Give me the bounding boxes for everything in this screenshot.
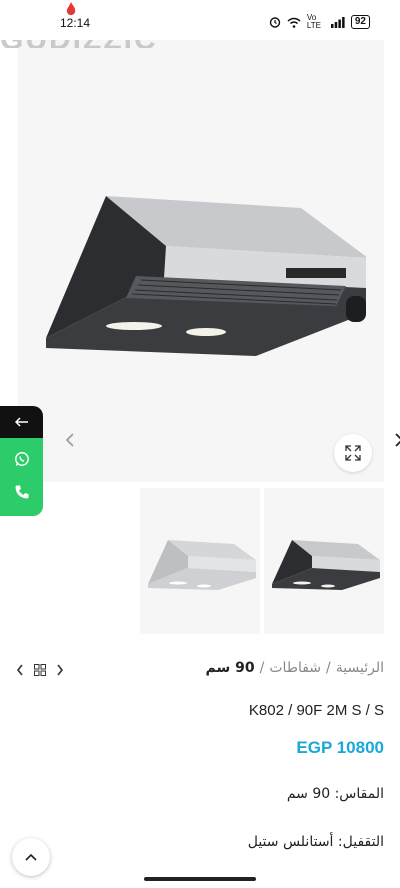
grid-icon <box>34 664 46 676</box>
chevron-up-icon <box>25 853 37 861</box>
whatsapp-button[interactable] <box>14 451 30 471</box>
next-product-button[interactable] <box>56 662 64 680</box>
breadcrumb-current: 90 سم <box>205 660 255 676</box>
status-time: 12:14 <box>60 16 91 30</box>
status-bar: 12:14 Vo LTE 92 <box>0 0 400 40</box>
expand-icon <box>345 445 361 461</box>
breadcrumb-separator: / <box>259 660 265 676</box>
signal-icon <box>330 16 345 28</box>
battery-indicator: 92 <box>350 15 370 29</box>
spec-label: المقاس: <box>334 786 384 802</box>
arrow-left-icon <box>14 417 28 427</box>
home-indicator[interactable] <box>144 877 256 881</box>
product-price: EGP 10800 <box>296 738 384 757</box>
product-image-main[interactable] <box>18 40 400 482</box>
spec-finish: التقفيل: أستانلس ستيل <box>248 834 384 850</box>
thumbnail-silver[interactable] <box>140 488 260 634</box>
network-label: Vo LTE <box>306 13 321 30</box>
scroll-to-top-button[interactable] <box>12 838 50 876</box>
spec-value: أستانلس ستيل <box>247 834 334 850</box>
range-hood-silver-thumbnail <box>148 540 256 590</box>
zoom-button[interactable] <box>334 434 372 472</box>
spec-label: التقفيل: <box>337 834 384 850</box>
chevron-left-icon <box>65 433 74 447</box>
alarm-icon <box>269 17 281 28</box>
product-title: K802 / 90F 2M S / S <box>248 702 384 719</box>
range-hood-black-thumbnail <box>272 540 380 590</box>
product-nav-row: الرئيسية/شفاطات/90 سم <box>16 660 384 684</box>
range-hood-image <box>46 196 366 356</box>
chevron-left-icon <box>16 664 23 676</box>
whatsapp-icon <box>14 451 29 466</box>
product-pagination <box>16 662 64 680</box>
spec-size: المقاس: 90 سم <box>287 786 384 802</box>
contact-buttons <box>0 438 43 516</box>
breadcrumb-category[interactable]: شفاطات <box>269 660 321 676</box>
contact-widget <box>0 406 43 516</box>
wifi-icon <box>287 17 301 28</box>
breadcrumb: الرئيسية/شفاطات/90 سم <box>206 660 384 676</box>
status-icons: Vo LTE 92 <box>269 14 370 30</box>
breadcrumb-separator: / <box>326 660 331 676</box>
breadcrumb-home[interactable]: الرئيسية <box>336 660 384 676</box>
phone-icon <box>15 485 28 498</box>
previous-product-button[interactable] <box>16 662 24 680</box>
chevron-right-icon <box>395 433 400 447</box>
all-products-button[interactable] <box>34 662 46 680</box>
thumbnail-black[interactable] <box>264 488 384 634</box>
phone-button[interactable] <box>14 484 30 504</box>
spec-value: 90 سم <box>286 786 331 802</box>
chevron-right-icon <box>57 664 64 676</box>
widget-toggle-button[interactable] <box>0 406 43 438</box>
